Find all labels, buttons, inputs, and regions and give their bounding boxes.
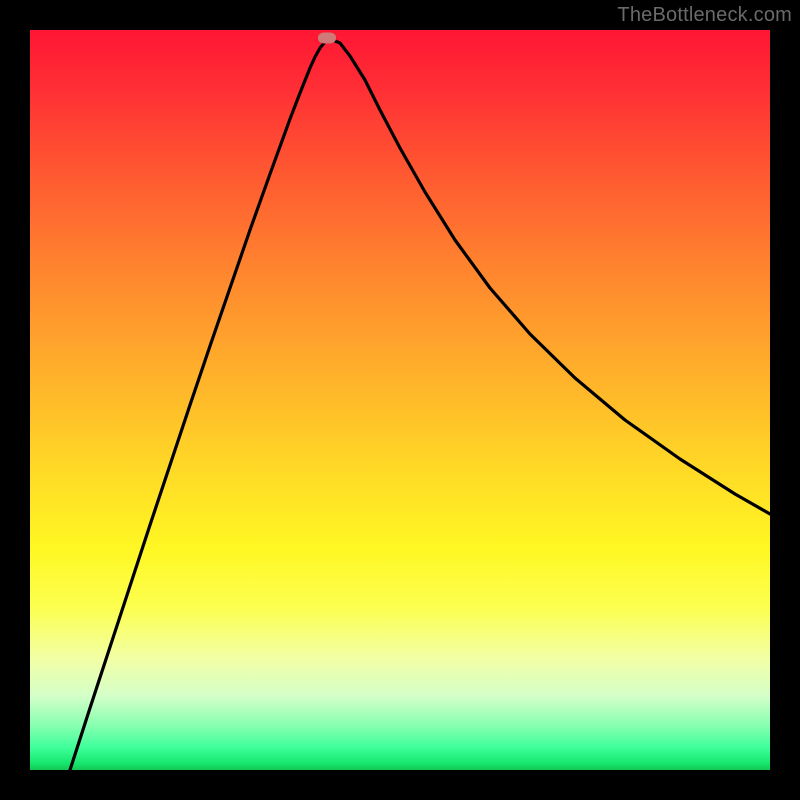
curve-svg (30, 30, 770, 770)
plot-area (30, 30, 770, 770)
watermark-text: TheBottleneck.com (617, 4, 792, 27)
bottleneck-curve (70, 39, 770, 770)
optimum-marker (318, 33, 336, 44)
chart-frame: TheBottleneck.com (0, 0, 800, 800)
